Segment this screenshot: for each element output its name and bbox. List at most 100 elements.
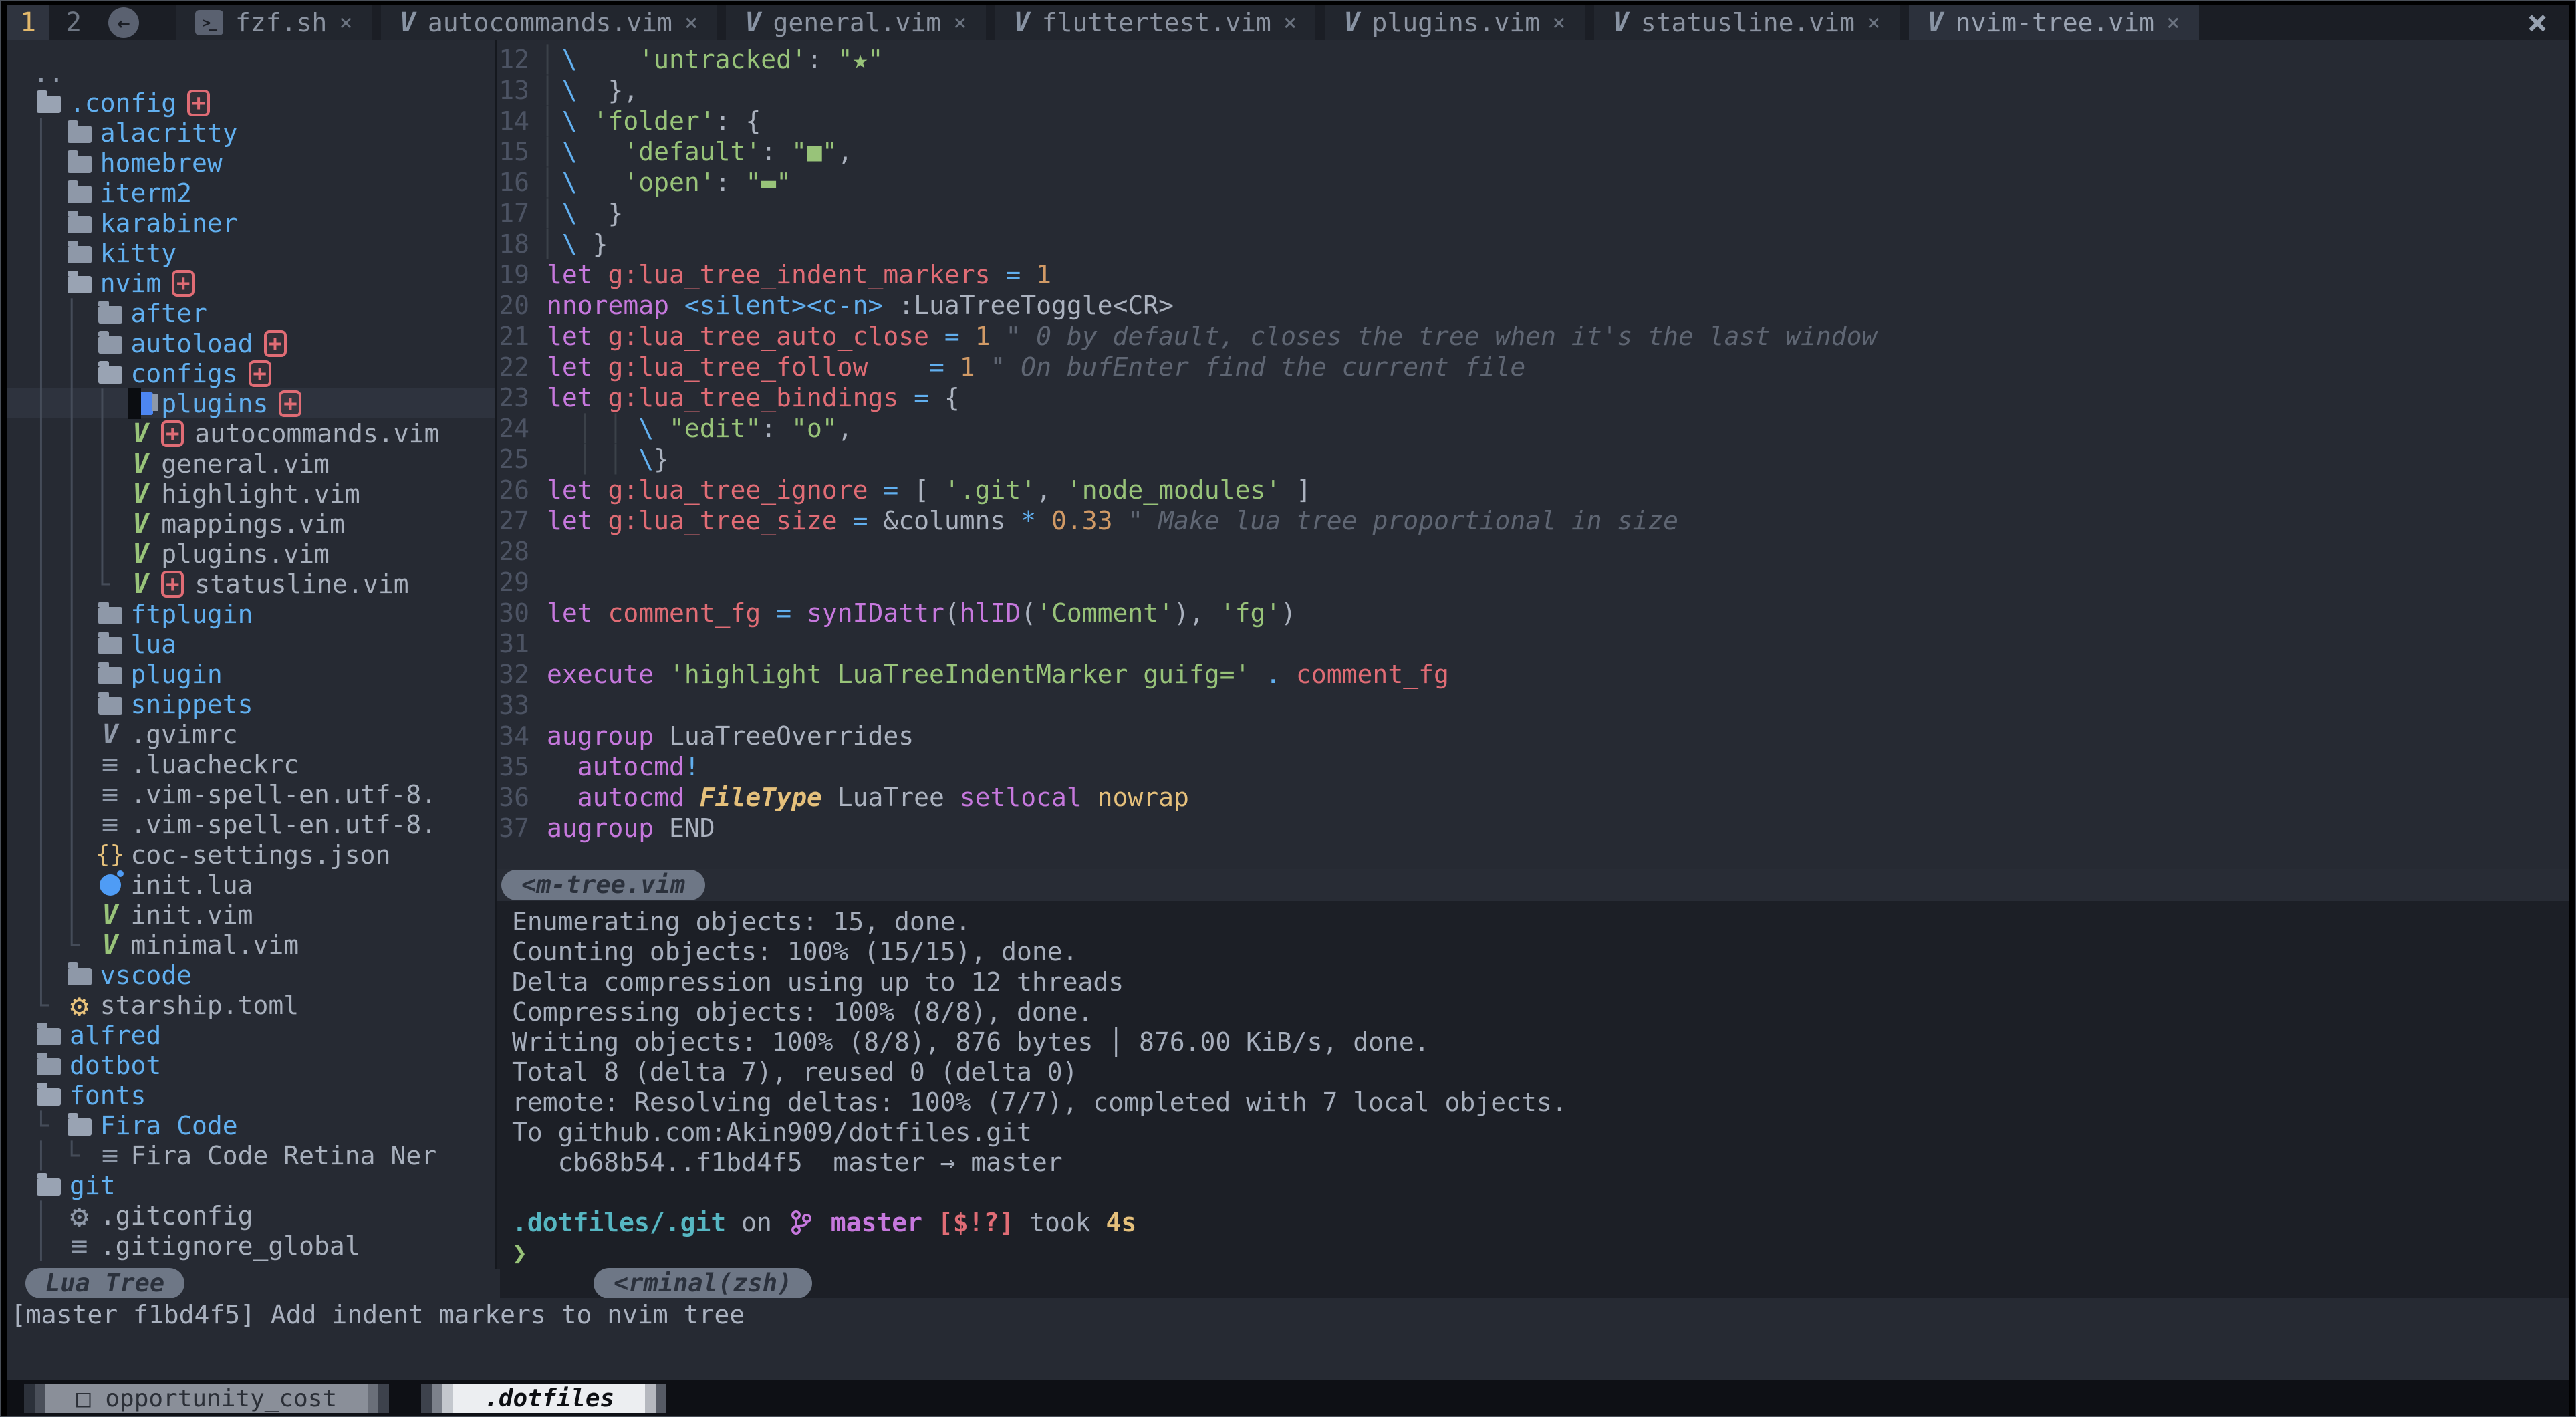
code-line[interactable]: 12▏\ 'untracked': "★"	[497, 44, 2569, 75]
code-line[interactable]: 31	[497, 628, 2569, 659]
tree-row[interactable]: │ │ configs+	[7, 358, 495, 388]
tree-row[interactable]: │ vscode	[7, 960, 495, 990]
tree-row[interactable]: │ │ ≡.vim-spell-en.utf-8.	[7, 779, 495, 809]
code-line[interactable]: 32execute 'highlight LuaTreeIndentMarker…	[497, 659, 2569, 690]
tree-row[interactable]: │ kitty	[7, 238, 495, 268]
code-token: ▏	[547, 137, 562, 166]
code-token: :	[761, 414, 791, 443]
tree-row[interactable]: │ │ ftplugin	[7, 599, 495, 629]
tree-row[interactable]: │ │ │ Vhighlight.vim	[7, 479, 495, 509]
tree-row[interactable]: │ │ lua	[7, 629, 495, 659]
code-line[interactable]: 36 autocmd FileType LuaTree setlocal now…	[497, 782, 2569, 813]
tree-row[interactable]: │ ≡.gitignore_global	[7, 1231, 495, 1261]
tree-row[interactable]: dotbot	[7, 1050, 495, 1080]
tab-close-icon[interactable]: ×	[1283, 9, 1297, 36]
tab-close-icon[interactable]: ×	[1867, 9, 1880, 36]
tree-row[interactable]: └ ⚙starship.toml	[7, 990, 495, 1020]
tmux-window-number-1[interactable]: 1	[7, 5, 49, 40]
code-line[interactable]: 22let g:lua_tree_follow = 1 " On bufEnte…	[497, 352, 2569, 382]
tree-row[interactable]: │ alacritty	[7, 118, 495, 148]
tree-row[interactable]: │ karabiner	[7, 208, 495, 238]
tree-row[interactable]: .config+	[7, 88, 495, 118]
code-line[interactable]: 35 autocmd!	[497, 751, 2569, 782]
code-line[interactable]: 30let comment_fg = synIDattr(hlID('Comme…	[497, 598, 2569, 628]
code-line[interactable]: 20nnoremap <silent><c-n> :LuaTreeToggle<…	[497, 290, 2569, 321]
tree-row[interactable]: │ │ V.gvimrc	[7, 719, 495, 749]
code-editor[interactable]: 12▏\ 'untracked': "★"13▏\ },14▏\ 'folder…	[497, 40, 2569, 869]
tree-row[interactable]: ..	[7, 57, 495, 88]
code-token: "▬"	[745, 168, 791, 197]
code-token: setlocal	[960, 783, 1098, 812]
tab-close-icon[interactable]: ×	[684, 9, 698, 36]
tree-row[interactable]: │ │ Vinit.vim	[7, 900, 495, 930]
tree-row[interactable]: │ │ autoload+	[7, 328, 495, 358]
code-line[interactable]: 24 │ │ \ "edit": "o",	[497, 413, 2569, 444]
tab-general.vim[interactable]: Vgeneral.vim×	[726, 5, 985, 40]
code-line[interactable]: 15▏\ 'default': "■",	[497, 136, 2569, 167]
file-tree-panel[interactable]: ...config+│ alacritty│ homebrew│ iterm2│…	[7, 40, 497, 1269]
tree-row[interactable]: │ │ │ Vgeneral.vim	[7, 448, 495, 479]
tree-row[interactable]: │ │ └ V+statusline.vim	[7, 569, 495, 599]
tree-row[interactable]: │ │ │ plugins+	[7, 388, 495, 418]
tree-row[interactable]: │ │ {}coc-settings.json	[7, 840, 495, 870]
tree-row[interactable]: fonts	[7, 1080, 495, 1110]
tree-row[interactable]: │ │ after	[7, 298, 495, 328]
git-branch-icon	[790, 1209, 813, 1236]
tree-row[interactable]: │ │ │ V+autocommands.vim	[7, 418, 495, 448]
code-line[interactable]: 17▏\ }	[497, 198, 2569, 229]
tree-row[interactable]: │ └ Vminimal.vim	[7, 930, 495, 960]
tree-row[interactable]: │ │ plugin	[7, 659, 495, 689]
tree-row[interactable]: │ │ │ Vplugins.vim	[7, 539, 495, 569]
code-token: \	[562, 76, 608, 105]
code-line[interactable]: 34augroup LuaTreeOverrides	[497, 721, 2569, 751]
code-line[interactable]: 28	[497, 536, 2569, 567]
tree-row[interactable]: │ ⚙.gitconfig	[7, 1200, 495, 1231]
code-line[interactable]: 19let g:lua_tree_indent_markers = 1	[497, 259, 2569, 290]
code-token: ▏	[547, 229, 562, 259]
code-token: }	[608, 199, 624, 228]
code-line[interactable]: 29	[497, 567, 2569, 598]
code-line[interactable]: 16▏\ 'open': "▬"	[497, 167, 2569, 198]
folder-icon	[64, 965, 95, 985]
tmux-window-inactive[interactable]: □ opportunity_cost	[24, 1384, 389, 1413]
tab-statusline.vim[interactable]: Vstatusline.vim×	[1594, 5, 1900, 40]
code-token: 'highlight LuaTreeIndentMarker guifg='	[669, 660, 1265, 689]
tree-row[interactable]: │ │ snippets	[7, 689, 495, 719]
tree-row[interactable]: │ │ init.lua	[7, 870, 495, 900]
code-line[interactable]: 23let g:lua_tree_bindings = {	[497, 382, 2569, 413]
tree-row[interactable]: git	[7, 1170, 495, 1200]
tree-row[interactable]: │ homebrew	[7, 148, 495, 178]
tab-close-icon[interactable]: ×	[2166, 9, 2180, 36]
tab-autocommands.vim[interactable]: Vautocommands.vim×	[381, 5, 717, 40]
code-line[interactable]: 13▏\ },	[497, 75, 2569, 106]
tree-row[interactable]: │ └ ≡Fira Code Retina Ner	[7, 1140, 495, 1170]
terminal-pane[interactable]: Enumerating objects: 15, done.Counting o…	[497, 901, 2569, 1269]
tab-fzf.sh[interactable]: >_fzf.sh×	[176, 5, 372, 40]
tab-fluttertest.vim[interactable]: Vfluttertest.vim×	[995, 5, 1316, 40]
tab-close-icon[interactable]: ×	[339, 9, 352, 36]
code-line[interactable]: 26let g:lua_tree_ignore = [ '.git', 'nod…	[497, 475, 2569, 505]
tree-row[interactable]: │ │ │ Vmappings.vim	[7, 509, 495, 539]
code-line[interactable]: 37augroup END	[497, 813, 2569, 844]
tree-row[interactable]: alfred	[7, 1020, 495, 1050]
tmux-window-number-2[interactable]: 2	[49, 5, 98, 40]
tree-row[interactable]: │ │ ≡.vim-spell-en.utf-8.	[7, 809, 495, 840]
tree-row[interactable]: │ iterm2	[7, 178, 495, 208]
tab-close-icon[interactable]: ×	[953, 9, 967, 36]
tab-close-icon[interactable]: ×	[1552, 9, 1565, 36]
code-line[interactable]: 25 │ │ \}	[497, 444, 2569, 475]
tree-row[interactable]: │ nvim+	[7, 268, 495, 298]
tree-row[interactable]: │ │ ≡.luacheckrc	[7, 749, 495, 779]
window-close-icon[interactable]: ×	[2505, 5, 2569, 40]
code-line[interactable]: 21let g:lua_tree_auto_close = 1 " 0 by d…	[497, 321, 2569, 352]
line-number: 29	[497, 567, 540, 597]
tab-nvim-tree.vim[interactable]: Vnvim-tree.vim×	[1909, 5, 2199, 40]
tree-row[interactable]: └ Fira Code	[7, 1110, 495, 1140]
code-line[interactable]: 33	[497, 690, 2569, 721]
code-line[interactable]: 14▏\ 'folder': {	[497, 106, 2569, 136]
code-line[interactable]: 27let g:lua_tree_size = &columns * 0.33 …	[497, 505, 2569, 536]
back-circle-icon[interactable]: ←	[108, 7, 139, 38]
code-line[interactable]: 18▏\ }	[497, 229, 2569, 259]
tmux-window-active[interactable]: .dotfiles	[421, 1384, 666, 1413]
tab-plugins.vim[interactable]: Vplugins.vim×	[1325, 5, 1584, 40]
